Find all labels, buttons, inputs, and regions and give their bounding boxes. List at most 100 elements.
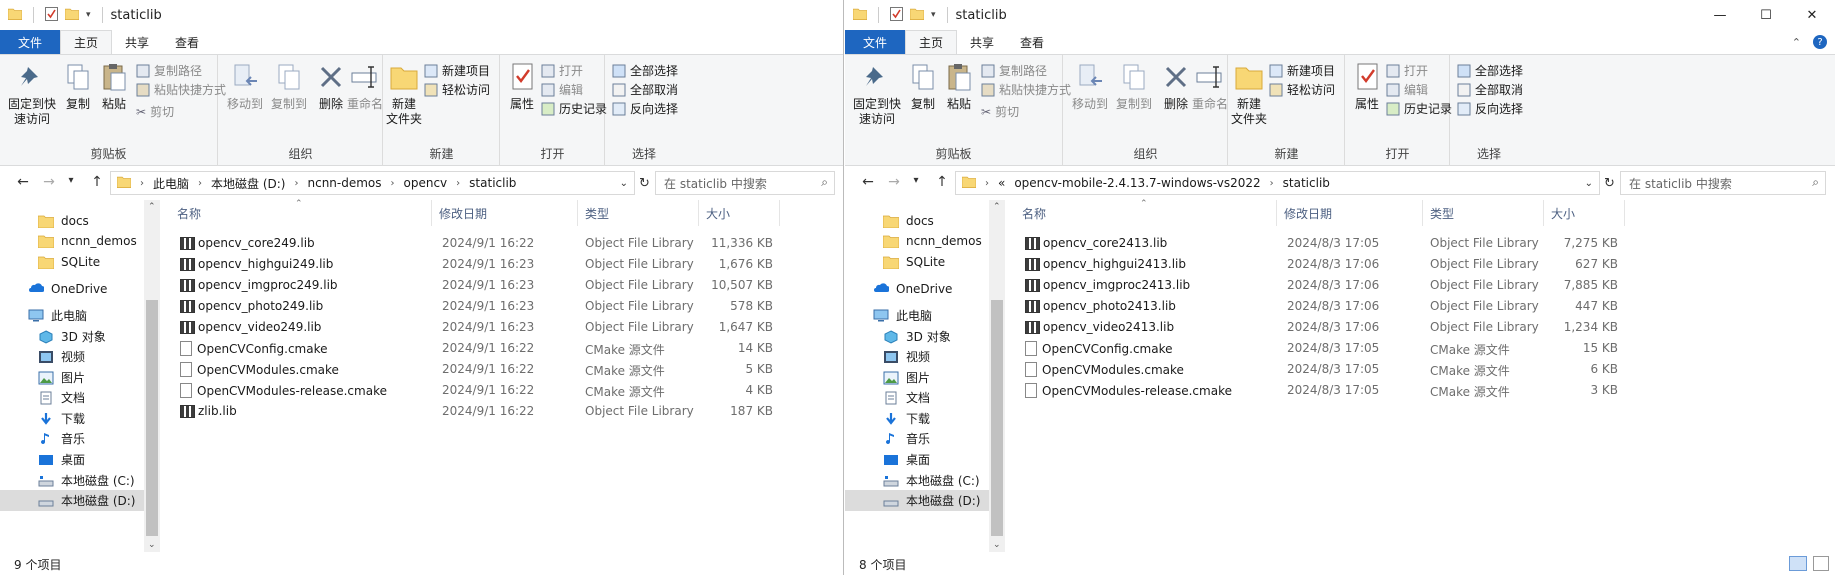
chevron-down-icon[interactable]: ⌄ bbox=[1585, 178, 1593, 189]
table-row[interactable]: OpenCVConfig.cmake 2024/9/1 16:22 CMake … bbox=[171, 338, 791, 359]
edit-button[interactable]: 编辑 bbox=[1386, 80, 1428, 99]
select-none-button[interactable]: 全部取消 bbox=[1457, 80, 1523, 99]
paste-button[interactable]: 粘贴 bbox=[96, 61, 132, 112]
invert-selection-button[interactable]: 反向选择 bbox=[1457, 99, 1523, 118]
nav-item[interactable]: 下载 bbox=[845, 408, 989, 429]
table-row[interactable]: OpenCVModules-release.cmake 2024/8/3 17:… bbox=[1016, 380, 1636, 401]
chevron-up-icon[interactable]: ⌃ bbox=[1792, 36, 1801, 49]
copy-path-button[interactable]: 复制路径 bbox=[136, 61, 202, 80]
select-all-button[interactable]: 全部选择 bbox=[1457, 61, 1523, 80]
tab-file[interactable]: 文件 bbox=[0, 30, 61, 54]
properties-button[interactable]: 属性 bbox=[1350, 61, 1384, 112]
column-header-date[interactable]: 修改日期 bbox=[433, 200, 578, 226]
nav-scrollbar[interactable]: ⌃ ⌄ bbox=[989, 200, 1005, 552]
copy-button[interactable]: 复制 bbox=[60, 61, 96, 112]
recent-locations-button[interactable]: ▾ bbox=[60, 175, 82, 186]
up-button[interactable]: ↑ bbox=[86, 174, 108, 190]
paste-button[interactable]: 粘贴 bbox=[941, 61, 977, 112]
search-input[interactable]: 在 staticlib 中搜索 ⌕ bbox=[1620, 171, 1826, 195]
nav-item[interactable]: ncnn_demos bbox=[0, 230, 144, 251]
select-all-button[interactable]: 全部选择 bbox=[612, 61, 678, 80]
nav-scrollbar[interactable]: ⌃ ⌄ bbox=[144, 200, 160, 552]
close-button[interactable]: ✕ bbox=[1789, 0, 1835, 30]
forward-button[interactable]: → bbox=[38, 174, 60, 190]
nav-item[interactable]: SQLite bbox=[845, 251, 989, 272]
delete-button[interactable]: 删除 bbox=[315, 61, 347, 112]
rename-button[interactable]: 重命名 bbox=[347, 61, 383, 112]
nav-item[interactable]: SQLite bbox=[0, 251, 144, 272]
nav-item[interactable]: 视频 bbox=[845, 346, 989, 367]
column-header-size[interactable]: 大小 bbox=[1545, 200, 1625, 226]
nav-item[interactable]: 音乐 bbox=[0, 428, 144, 449]
back-button[interactable]: ← bbox=[857, 174, 879, 190]
copy-button[interactable]: 复制 bbox=[905, 61, 941, 112]
table-row[interactable]: OpenCVModules.cmake 2024/8/3 17:05 CMake… bbox=[1016, 359, 1636, 380]
back-button[interactable]: ← bbox=[12, 174, 34, 190]
table-row[interactable]: opencv_photo2413.lib 2024/8/3 17:06 Obje… bbox=[1016, 296, 1636, 317]
new-folder-button[interactable]: 新建 文件夹 bbox=[1231, 61, 1267, 127]
nav-item[interactable]: 文档 bbox=[845, 387, 989, 408]
minimize-button[interactable]: — bbox=[1697, 0, 1743, 30]
table-row[interactable]: opencv_imgproc2413.lib 2024/8/3 17:06 Ob… bbox=[1016, 275, 1636, 296]
nav-item[interactable]: 音乐 bbox=[845, 428, 989, 449]
copy-to-button[interactable]: 复制到 bbox=[1114, 61, 1154, 112]
history-button[interactable]: 历史记录 bbox=[1386, 99, 1452, 118]
nav-item[interactable]: 本地磁盘 (C:) bbox=[0, 470, 144, 491]
up-button[interactable]: ↑ bbox=[931, 174, 953, 190]
customize-toolbar-icon[interactable]: ▾ bbox=[86, 10, 91, 20]
scroll-down-icon[interactable]: ⌄ bbox=[148, 540, 156, 550]
properties-button[interactable]: 属性 bbox=[505, 61, 539, 112]
breadcrumb-item[interactable]: staticlib bbox=[1283, 176, 1330, 190]
easy-access-button[interactable]: 轻松访问 bbox=[1269, 80, 1335, 99]
pin-quick-access-button[interactable]: 固定到快 速访问 bbox=[851, 61, 903, 127]
move-to-button[interactable]: 移动到 bbox=[225, 61, 265, 112]
table-row[interactable]: opencv_photo249.lib 2024/9/1 16:23 Objec… bbox=[171, 296, 791, 317]
breadcrumb-item[interactable]: 本地磁盘 (D:) bbox=[211, 175, 285, 192]
nav-item[interactable]: 本地磁盘 (D:) bbox=[845, 490, 989, 511]
column-header-date[interactable]: 修改日期 bbox=[1278, 200, 1423, 226]
breadcrumb[interactable]: › « opencv-mobile-2.4.13.7-windows-vs2022… bbox=[955, 171, 1600, 195]
breadcrumb-item[interactable]: opencv bbox=[404, 176, 448, 190]
invert-selection-button[interactable]: 反向选择 bbox=[612, 99, 678, 118]
nav-item[interactable]: 下载 bbox=[0, 408, 144, 429]
nav-item[interactable]: 桌面 bbox=[845, 449, 989, 470]
help-icon[interactable]: ? bbox=[1813, 35, 1827, 49]
new-item-button[interactable]: 新建项目 bbox=[424, 61, 490, 80]
chevron-down-icon[interactable]: ⌄ bbox=[620, 178, 628, 189]
nav-item[interactable]: 此电脑 bbox=[845, 305, 989, 326]
refresh-icon[interactable]: ↻ bbox=[1604, 176, 1615, 191]
customize-toolbar-icon[interactable]: ▾ bbox=[931, 10, 936, 20]
nav-item[interactable]: 桌面 bbox=[0, 449, 144, 470]
tab-share[interactable]: 共享 bbox=[112, 30, 162, 54]
details-view-icon[interactable] bbox=[1789, 556, 1807, 571]
maximize-button[interactable]: ☐ bbox=[1743, 0, 1789, 30]
tab-view[interactable]: 查看 bbox=[162, 30, 212, 54]
rename-button[interactable]: 重命名 bbox=[1192, 61, 1228, 112]
breadcrumb-item[interactable]: 此电脑 bbox=[153, 175, 189, 192]
open-button[interactable]: 打开 bbox=[1386, 61, 1428, 80]
copy-to-button[interactable]: 复制到 bbox=[269, 61, 309, 112]
properties-icon[interactable] bbox=[890, 6, 903, 24]
breadcrumb-item[interactable]: « bbox=[998, 176, 1005, 190]
scroll-down-icon[interactable]: ⌄ bbox=[993, 540, 1001, 550]
new-folder-icon[interactable] bbox=[64, 7, 80, 23]
breadcrumb-item[interactable]: ncnn-demos bbox=[307, 176, 381, 190]
delete-button[interactable]: 删除 bbox=[1160, 61, 1192, 112]
nav-item[interactable]: 视频 bbox=[0, 346, 144, 367]
nav-item[interactable]: 文档 bbox=[0, 387, 144, 408]
nav-item[interactable]: OneDrive bbox=[845, 278, 989, 299]
nav-item[interactable]: 图片 bbox=[845, 367, 989, 388]
table-row[interactable]: opencv_core249.lib 2024/9/1 16:22 Object… bbox=[171, 233, 791, 254]
column-header-size[interactable]: 大小 bbox=[700, 200, 780, 226]
table-row[interactable]: opencv_highgui2413.lib 2024/8/3 17:06 Ob… bbox=[1016, 254, 1636, 275]
edit-button[interactable]: 编辑 bbox=[541, 80, 583, 99]
table-row[interactable]: OpenCVModules.cmake 2024/9/1 16:22 CMake… bbox=[171, 359, 791, 380]
select-none-button[interactable]: 全部取消 bbox=[612, 80, 678, 99]
table-row[interactable]: opencv_core2413.lib 2024/8/3 17:05 Objec… bbox=[1016, 233, 1636, 254]
nav-item[interactable]: OneDrive bbox=[0, 278, 144, 299]
move-to-button[interactable]: 移动到 bbox=[1070, 61, 1110, 112]
properties-icon[interactable] bbox=[45, 6, 58, 24]
table-row[interactable]: opencv_highgui249.lib 2024/9/1 16:23 Obj… bbox=[171, 254, 791, 275]
nav-item[interactable]: 此电脑 bbox=[0, 305, 144, 326]
pin-quick-access-button[interactable]: 固定到快 速访问 bbox=[6, 61, 58, 127]
